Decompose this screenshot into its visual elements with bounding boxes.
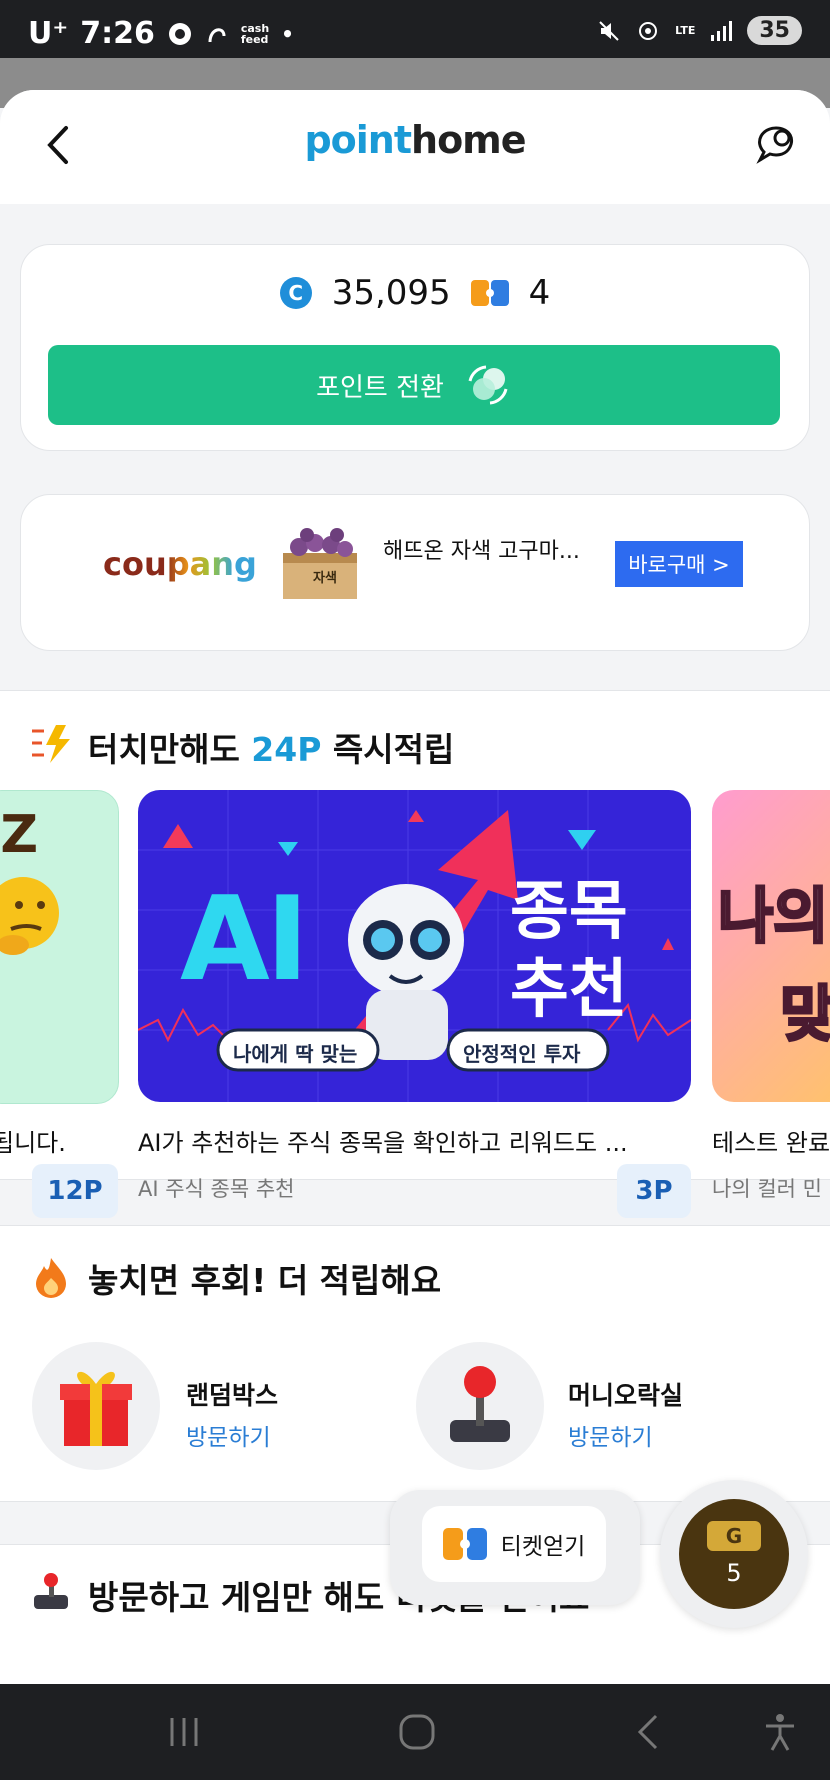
visit-link-randombox[interactable]: 방문하기 [186, 1418, 271, 1452]
sweet-potato-box-image: 자색 [275, 525, 365, 605]
clock: 7:26 [80, 16, 155, 51]
battery-indicator: 35 [747, 16, 802, 45]
hotspot-icon [639, 21, 658, 40]
miss-section-title: 놓치면 후회! 더 적립해요 [88, 1261, 442, 1300]
logo-point: point [304, 118, 412, 162]
back-nav-icon[interactable] [630, 1712, 670, 1752]
game-controller-icon [34, 1573, 68, 1609]
touch-reward-section: 터치만해도 24P 즉시적립 IZ 됩니다. 12P [0, 690, 830, 1218]
point-badge: 3P [617, 1164, 691, 1218]
card-caption: 됩니다. [0, 1129, 66, 1157]
point-balance: 35,095 [331, 273, 451, 313]
card2-partial-line2: 맞 [778, 979, 830, 1052]
point-convert-button[interactable]: 포인트 전환 [48, 345, 780, 425]
title-highlight: 24P [251, 730, 322, 769]
mute-icon [599, 20, 619, 41]
top-header: pointhome [0, 90, 830, 204]
more-rewards-section: 놓치면 후회! 더 적립해요 랜덤박스 방문하기 머니오락실 방문하기 [0, 1225, 830, 1502]
lightning-icon [32, 725, 70, 763]
touch-section-title: 터치만해도 24P 즉시적립 [88, 723, 454, 771]
ticket-count: 4 [528, 273, 551, 313]
item-name-randombox: 랜덤박스 [186, 1381, 279, 1410]
banner-title-line2: 추천 [510, 953, 628, 1027]
item-name-arcade: 머니오락실 [568, 1381, 684, 1410]
gold-counter-button[interactable]: G 5 [660, 1480, 808, 1628]
card2-partial-line1: 나의 [716, 881, 829, 954]
fire-icon [36, 1258, 66, 1298]
exchange-icon [468, 365, 508, 405]
lte-label: LTE [675, 24, 696, 37]
joystick-icon[interactable] [416, 1342, 544, 1470]
gold-badge-icon: G [707, 1521, 761, 1551]
point-home-sheet: pointhome C 35,095 4 포인트 전환 coupang 자색 해… [0, 90, 830, 1690]
banner-ai-text: AI [180, 872, 309, 1007]
pointhome-logo: pointhome [0, 118, 830, 162]
signal-icon [711, 20, 733, 41]
system-nav-bar [0, 1684, 830, 1780]
convert-label: 포인트 전환 [316, 372, 444, 403]
cashfeed-label-2: feed [240, 32, 269, 46]
get-ticket-label: 티켓얻기 [500, 1534, 586, 1560]
coin-icon: C [279, 277, 312, 309]
app-notification-icon [208, 27, 226, 42]
balance-row: C 35,095 4 [21, 273, 809, 313]
carrier-label: U⁺ [28, 16, 69, 51]
coupang-brand: coupang [103, 545, 257, 583]
random-box-icon[interactable] [32, 1342, 160, 1470]
home-icon[interactable] [397, 1712, 437, 1752]
point-badge: 12P [32, 1164, 118, 1218]
shutter-icon [168, 22, 191, 45]
ticket-float-panel: 티켓얻기 [390, 1490, 640, 1605]
chat-icon[interactable] [750, 120, 800, 170]
ticket-icon [442, 1528, 487, 1560]
card-subtitle: AI 주식 종목 추천 [138, 1177, 295, 1201]
box-label: 자색 [313, 571, 337, 586]
dot-icon: • [281, 21, 294, 46]
recent-apps-icon[interactable] [164, 1712, 204, 1752]
thinking-emoji-icon [0, 877, 59, 955]
title-suffix: 즉시적립 [321, 730, 455, 769]
title-prefix: 터치만해도 [88, 730, 252, 769]
quiz-partial-text: IZ [0, 805, 39, 865]
gold-count: 5 [726, 1559, 742, 1587]
card-caption: AI가 추천하는 주식 종목을 확인하고 리워드도 ... [138, 1129, 628, 1157]
reward-card-quiz-image[interactable]: IZ [0, 790, 119, 1104]
get-ticket-button[interactable]: 티켓얻기 [422, 1506, 606, 1582]
coupang-logo: coupang [103, 545, 257, 583]
logo-home: home [411, 118, 527, 162]
card-caption: 테스트 완료 [712, 1129, 830, 1157]
reward-card-color-test[interactable]: 나의 맞 [712, 790, 830, 1102]
accessibility-icon[interactable] [760, 1712, 800, 1752]
ticket-icon [470, 280, 509, 306]
cashfeed-icon: cash feed [241, 23, 269, 45]
reward-card-ai-stock[interactable]: AI 종목 추천 나에게 딱 맞는 안정적인 투자 [138, 790, 691, 1102]
ad-product-title: 해뜨온 자색 고구마... [383, 539, 580, 564]
gold-letter: G [725, 1524, 743, 1548]
points-card: C 35,095 4 포인트 전환 [20, 244, 810, 451]
visit-link-arcade[interactable]: 방문하기 [568, 1418, 653, 1452]
gold-coin: G 5 [679, 1499, 789, 1609]
buy-now-button[interactable]: 바로구매 > [615, 541, 743, 587]
coupang-ad-card[interactable]: coupang 자색 해뜨온 자색 고구마... 바로구매 > [20, 494, 810, 651]
card-subtitle: 나의 컬러 민 [712, 1177, 822, 1201]
banner-pill-left: 나에게 딱 맞는 [233, 1042, 358, 1066]
banner-pill-right: 안정적인 투자 [463, 1042, 581, 1066]
